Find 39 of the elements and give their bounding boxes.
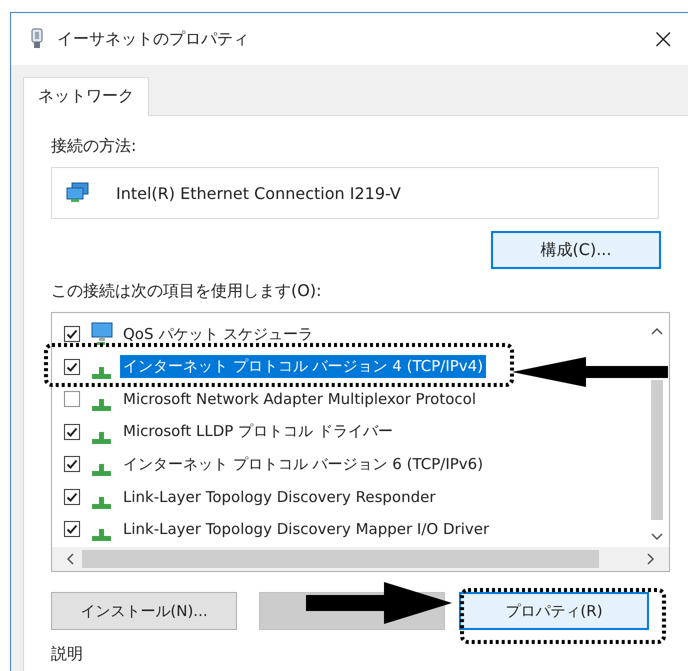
network-plug-icon — [31, 28, 43, 50]
scroll-up-icon[interactable] — [651, 327, 663, 335]
list-item[interactable]: Microsoft LLDP プロトコル ドライバー — [120, 420, 396, 444]
checkbox[interactable] — [64, 456, 80, 472]
protocol-icon — [92, 399, 110, 412]
checkbox[interactable] — [64, 326, 80, 342]
dialog-button[interactable]: インストール(N)... — [51, 592, 237, 630]
list-item[interactable]: インターネット プロトコル バージョン 6 (TCP/IPv6) — [120, 452, 486, 476]
protocol-icon — [92, 432, 110, 444]
scroll-thumb[interactable] — [651, 380, 663, 520]
description-label: 説明 — [51, 644, 83, 665]
list-item[interactable]: Link-Layer Topology Discovery Mapper I/O Driver — [120, 518, 492, 540]
scroll-down-icon[interactable] — [651, 533, 663, 541]
protocol-icon — [92, 464, 110, 476]
scroll-right-icon[interactable] — [647, 553, 655, 565]
protocol-icon — [92, 529, 110, 542]
items-label: この接続は次の項目を使用します(O): — [51, 281, 322, 302]
tab[interactable]: ネットワーク — [23, 77, 149, 116]
checkbox[interactable] — [64, 424, 80, 440]
checkbox[interactable] — [64, 358, 80, 375]
scroll-thumb[interactable] — [82, 550, 599, 568]
configure-button[interactable]: 構成(C)... — [491, 231, 661, 269]
checkbox[interactable] — [64, 521, 80, 538]
list-item[interactable]: Microsoft Network Adapter Multiplexor Protocol — [120, 388, 479, 410]
list-item[interactable]: Link-Layer Topology Discovery Responder — [120, 486, 439, 508]
checkbox[interactable] — [64, 391, 80, 408]
protocol-icon — [92, 366, 110, 379]
checkbox[interactable] — [64, 488, 80, 505]
network-computers-icon — [66, 182, 90, 204]
connection-label: 接続の方法: — [51, 136, 136, 157]
dialog-button[interactable]: プロパティ(R) — [459, 592, 649, 630]
close-button[interactable]: × — [652, 25, 675, 53]
adapter-name: Intel(R) Ethernet Connection I219-V — [116, 184, 401, 202]
scroll-left-icon[interactable] — [66, 553, 74, 565]
horizontal-scrollbar[interactable] — [52, 547, 669, 571]
list-item[interactable]: インターネット プロトコル バージョン 4 (TCP/IPv4) — [120, 355, 486, 378]
window-title: イーサネットのプロパティ — [57, 28, 249, 50]
list-item[interactable]: QoS パケット スケジューラ — [120, 322, 316, 346]
protocol-icon — [92, 496, 110, 509]
